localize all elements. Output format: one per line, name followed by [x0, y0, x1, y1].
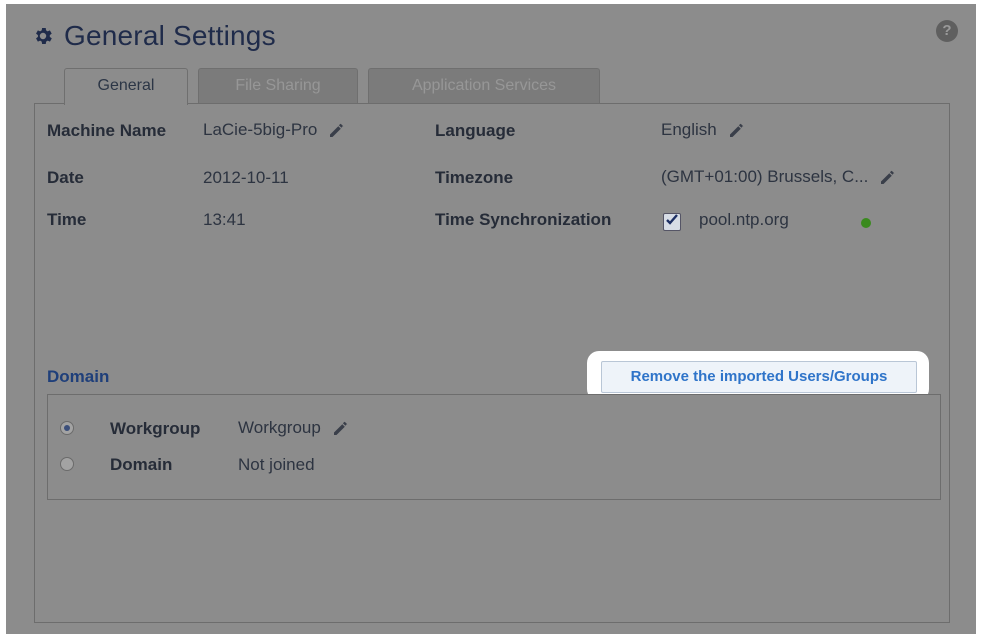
timezone-label: Timezone	[435, 168, 514, 187]
domain-value: Not joined	[238, 455, 315, 474]
time-sync-checkbox[interactable]	[663, 213, 681, 231]
edit-machine-name-pencil-icon[interactable]	[327, 120, 347, 140]
domain-options-box: Workgroup Workgroup Domain Not joined	[47, 394, 941, 500]
checkmark-icon	[666, 214, 678, 225]
timezone-value: (GMT+01:00) Brussels, C...	[661, 167, 898, 187]
edit-language-pencil-icon[interactable]	[727, 120, 747, 140]
edit-workgroup-pencil-icon[interactable]	[331, 418, 351, 438]
machine-name-text: LaCie-5big-Pro	[203, 120, 318, 139]
date-label: Date	[47, 168, 84, 187]
sync-status-dot-icon	[861, 218, 871, 228]
domain-radio[interactable]	[60, 457, 74, 471]
language-value: English	[661, 120, 747, 140]
workgroup-value: Workgroup	[238, 418, 351, 438]
domain-section-title: Domain	[47, 367, 110, 386]
tab-general[interactable]: General	[64, 68, 188, 105]
date-value: 2012-10-11	[203, 168, 289, 187]
workgroup-option-label: Workgroup	[110, 419, 201, 438]
workgroup-text: Workgroup	[238, 418, 321, 437]
time-sync-label: Time Synchronization	[435, 210, 612, 229]
machine-name-label: Machine Name	[47, 121, 167, 140]
language-text: English	[661, 120, 717, 139]
remove-imported-users-groups-button[interactable]: Remove the imported Users/Groups	[601, 361, 917, 393]
page-title: General Settings	[32, 16, 276, 56]
language-label: Language	[435, 121, 516, 140]
timezone-text: (GMT+01:00) Brussels, C...	[661, 167, 869, 186]
page-title-text: General Settings	[64, 20, 276, 51]
gear-icon	[36, 28, 52, 44]
time-value: 13:41	[203, 210, 246, 229]
tab-file-sharing[interactable]: File Sharing	[198, 68, 358, 103]
general-panel: Machine Name LaCie-5big-Pro Date 2012-10…	[34, 103, 950, 623]
edit-timezone-pencil-icon[interactable]	[878, 167, 898, 187]
settings-window: General Settings ? General File Sharing …	[6, 4, 976, 634]
tab-application-services[interactable]: Application Services	[368, 68, 600, 103]
domain-option-label: Domain	[110, 455, 173, 474]
time-label: Time	[47, 210, 87, 229]
help-icon[interactable]: ?	[936, 20, 958, 42]
workgroup-radio[interactable]	[60, 421, 74, 435]
machine-name-value: LaCie-5big-Pro	[203, 120, 347, 140]
ntp-server-value: pool.ntp.org	[699, 210, 789, 229]
